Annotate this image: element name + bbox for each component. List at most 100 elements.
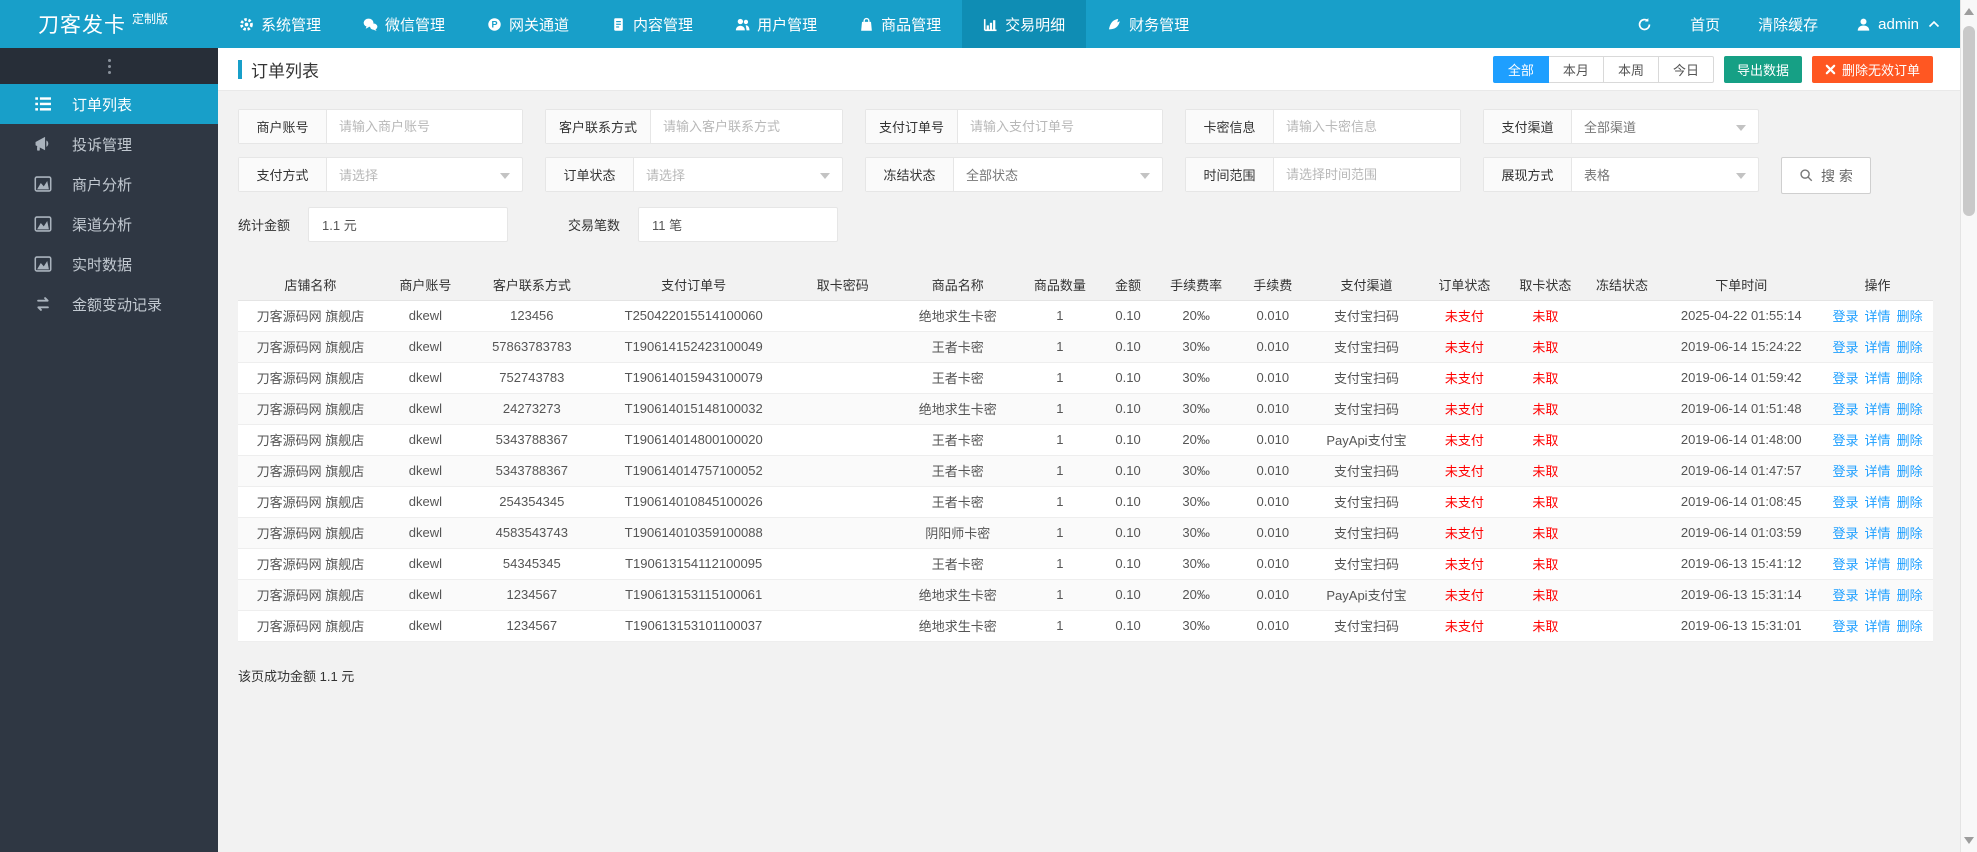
cell-手续费率: 30‰: [1157, 486, 1235, 518]
cell-取卡密码: [791, 610, 894, 642]
action-link-登录[interactable]: 登录: [1833, 588, 1859, 603]
action-link-登录[interactable]: 登录: [1833, 495, 1859, 510]
sidebar-collapse-button[interactable]: [0, 48, 218, 84]
action-link-详情[interactable]: 详情: [1865, 619, 1891, 634]
action-link-详情[interactable]: 详情: [1865, 433, 1891, 448]
cell-金额: 0.10: [1098, 424, 1158, 456]
filter-input-时间范围[interactable]: [1274, 158, 1460, 191]
cell-订单状态: 未支付: [1421, 393, 1508, 425]
action-link-删除[interactable]: 删除: [1897, 526, 1923, 541]
sidebar-item-商户分析[interactable]: 商户分析: [0, 164, 218, 204]
action-link-详情[interactable]: 详情: [1865, 588, 1891, 603]
scrollbar-thumb[interactable]: [1963, 26, 1975, 216]
refresh-button[interactable]: [1618, 0, 1671, 48]
action-link-删除[interactable]: 删除: [1897, 464, 1923, 479]
top-menu-item-交易明细[interactable]: 交易明细: [962, 0, 1087, 48]
cell-金额: 0.10: [1098, 548, 1158, 580]
cell-商户账号: dkewl: [382, 300, 468, 332]
sidebar-item-订单列表[interactable]: 订单列表: [0, 84, 218, 124]
action-link-详情[interactable]: 详情: [1865, 340, 1891, 355]
range-tab-本月[interactable]: 本月: [1548, 55, 1604, 83]
action-link-删除[interactable]: 删除: [1897, 309, 1923, 324]
cell-取卡密码: [791, 548, 894, 580]
export-data-button[interactable]: 导出数据: [1723, 55, 1802, 83]
table-row: 刀客源码网 旗舰店 dkewl 57863783783 T19061415242310…: [238, 331, 1933, 363]
filter-select-冻结状态[interactable]: 全部状态: [954, 158, 1162, 191]
filter-select-订单状态[interactable]: 请选择: [634, 158, 842, 191]
sidebar-item-渠道分析[interactable]: 渠道分析: [0, 204, 218, 244]
scroll-down-arrow-icon[interactable]: [1964, 837, 1974, 844]
cell-支付订单号: T190613153115100061: [595, 579, 792, 611]
top-menu-item-微信管理[interactable]: 微信管理: [342, 0, 466, 48]
cell-下单时间: 2025-04-22 01:55:14: [1660, 300, 1823, 332]
cell-手续费率: 30‰: [1157, 548, 1235, 580]
filter-input-卡密信息[interactable]: [1274, 110, 1460, 143]
action-link-登录[interactable]: 登录: [1833, 619, 1859, 634]
action-link-删除[interactable]: 删除: [1897, 588, 1923, 603]
top-menu-item-财务管理[interactable]: 财务管理: [1086, 0, 1210, 48]
action-link-登录[interactable]: 登录: [1833, 371, 1859, 386]
cell-商品名称: 王者卡密: [893, 331, 1022, 363]
sidebar-item-投诉管理[interactable]: 投诉管理: [0, 124, 218, 164]
cell-商品数量: 1: [1021, 517, 1099, 549]
action-link-详情[interactable]: 详情: [1865, 464, 1891, 479]
filter-panel: 商户账号客户联系方式支付订单号卡密信息支付渠道全部渠道 支付方式请选择订单状态请…: [218, 91, 1960, 242]
delete-invalid-orders-button[interactable]: 删除无效订单: [1811, 55, 1933, 83]
cell-支付渠道: 支付宝扫码: [1311, 362, 1422, 394]
filter-input-商户账号[interactable]: [327, 110, 522, 143]
top-menu-item-内容管理[interactable]: 内容管理: [590, 0, 714, 48]
filter-select-支付方式[interactable]: 请选择: [327, 158, 522, 191]
user-menu[interactable]: admin: [1837, 0, 1960, 48]
vertical-scrollbar[interactable]: [1960, 0, 1977, 852]
sidebar-item-实时数据[interactable]: 实时数据: [0, 244, 218, 284]
action-link-登录[interactable]: 登录: [1833, 433, 1859, 448]
cell-取卡状态: 未取: [1507, 486, 1584, 518]
action-link-详情[interactable]: 详情: [1865, 309, 1891, 324]
cell-取卡状态: 未取: [1507, 579, 1584, 611]
action-link-登录[interactable]: 登录: [1833, 309, 1859, 324]
action-link-详情[interactable]: 详情: [1865, 526, 1891, 541]
stat-value: 11 笔: [638, 207, 839, 242]
top-menu-item-系统管理[interactable]: 系统管理: [218, 0, 342, 48]
action-link-登录[interactable]: 登录: [1833, 402, 1859, 417]
action-link-登录[interactable]: 登录: [1833, 557, 1859, 572]
cell-商品数量: 1: [1021, 486, 1099, 518]
filter-input-客户联系方式[interactable]: [651, 110, 842, 143]
filter-input-支付订单号[interactable]: [958, 110, 1162, 143]
scroll-up-arrow-icon[interactable]: [1964, 8, 1974, 15]
action-link-详情[interactable]: 详情: [1865, 495, 1891, 510]
search-button[interactable]: 搜 索: [1781, 157, 1871, 194]
action-link-删除[interactable]: 删除: [1897, 433, 1923, 448]
cell-客户联系方式: 57863783783: [467, 331, 596, 363]
range-tab-本周[interactable]: 本周: [1603, 55, 1659, 83]
filter-select-支付渠道[interactable]: 全部渠道: [1572, 110, 1758, 143]
cell-下单时间: 2019-06-14 01:51:48: [1660, 393, 1823, 425]
cell-金额: 0.10: [1098, 610, 1158, 642]
cell-订单状态: 未支付: [1421, 610, 1508, 642]
filter-select-展现方式[interactable]: 表格: [1572, 158, 1758, 191]
action-link-详情[interactable]: 详情: [1865, 402, 1891, 417]
column-header-取卡状态: 取卡状态: [1507, 269, 1584, 301]
action-link-详情[interactable]: 详情: [1865, 371, 1891, 386]
range-tab-全部[interactable]: 全部: [1492, 55, 1549, 83]
sidebar-item-金额变动记录[interactable]: 金额变动记录: [0, 284, 218, 324]
cell-操作: 登录 详情 删除: [1822, 486, 1933, 518]
home-link[interactable]: 首页: [1671, 0, 1739, 48]
action-link-登录[interactable]: 登录: [1833, 526, 1859, 541]
action-link-详情[interactable]: 详情: [1865, 557, 1891, 572]
action-link-登录[interactable]: 登录: [1833, 340, 1859, 355]
action-link-删除[interactable]: 删除: [1897, 619, 1923, 634]
action-link-删除[interactable]: 删除: [1897, 402, 1923, 417]
action-link-删除[interactable]: 删除: [1897, 495, 1923, 510]
action-link-登录[interactable]: 登录: [1833, 464, 1859, 479]
range-tab-今日[interactable]: 今日: [1658, 55, 1714, 83]
top-menu-item-用户管理[interactable]: 用户管理: [714, 0, 838, 48]
action-link-删除[interactable]: 删除: [1897, 340, 1923, 355]
app-logo[interactable]: 刀客发卡 定制版: [0, 0, 218, 48]
action-link-删除[interactable]: 删除: [1897, 371, 1923, 386]
action-link-删除[interactable]: 删除: [1897, 557, 1923, 572]
top-menu-item-商品管理[interactable]: 商品管理: [838, 0, 962, 48]
top-menu-item-网关通道[interactable]: P 网关通道: [466, 0, 590, 48]
clear-cache-link[interactable]: 清除缓存: [1739, 0, 1837, 48]
cell-支付渠道: 支付宝扫码: [1311, 331, 1422, 363]
